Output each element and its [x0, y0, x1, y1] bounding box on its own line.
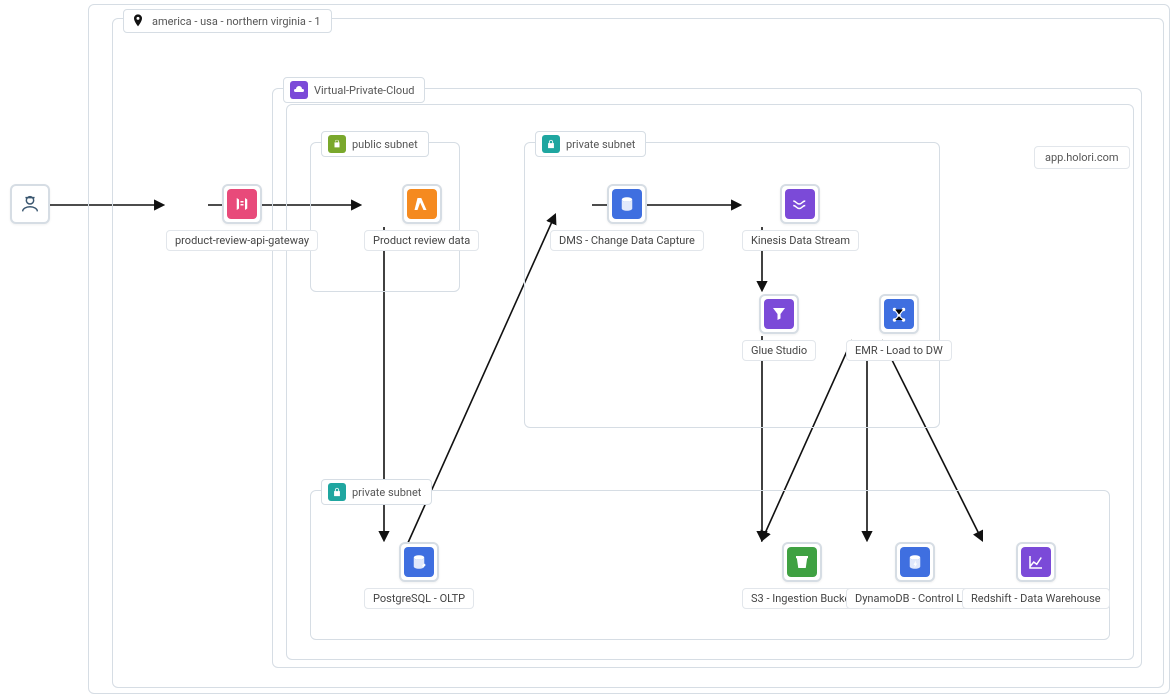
- node-kinesis[interactable]: Kinesis Data Stream: [742, 184, 859, 251]
- node-label: PostgreSQL - OLTP: [364, 588, 474, 609]
- bucket-icon: [787, 547, 817, 577]
- api-gateway-icon: [227, 189, 257, 219]
- database-icon: [900, 547, 930, 577]
- chart-icon: [1021, 547, 1051, 577]
- node-redshift[interactable]: Redshift - Data Warehouse: [962, 542, 1110, 609]
- lock-open-icon: [328, 135, 346, 153]
- lambda-icon: [407, 189, 437, 219]
- lock-icon: [328, 483, 346, 501]
- node-label: S3 - Ingestion Bucket: [742, 588, 863, 609]
- node-api-gateway[interactable]: product-review-api-gateway: [166, 184, 318, 251]
- public-subnet-header: public subnet: [321, 131, 429, 157]
- node-dms[interactable]: DMS - Change Data Capture: [550, 184, 704, 251]
- graph-icon: [884, 299, 914, 329]
- node-label: Product review data: [364, 230, 479, 251]
- node-lambda[interactable]: Product review data: [364, 184, 479, 251]
- watermark: app.holori.com: [1034, 146, 1130, 169]
- private-subnet-bottom-header: private subnet: [321, 479, 432, 505]
- private-subnet-top-header: private subnet: [535, 131, 646, 157]
- node-label: product-review-api-gateway: [166, 230, 318, 251]
- funnel-icon: [764, 299, 794, 329]
- vpc-icon: [290, 81, 308, 99]
- node-label: Glue Studio: [742, 340, 816, 361]
- node-label: Kinesis Data Stream: [742, 230, 859, 251]
- region-label: america - usa - northern virginia - 1: [152, 15, 321, 28]
- stream-icon: [785, 189, 815, 219]
- node-label: EMR - Load to DW: [846, 340, 952, 361]
- lock-icon: [542, 135, 560, 153]
- node-emr[interactable]: EMR - Load to DW: [846, 294, 952, 361]
- node-glue[interactable]: Glue Studio: [742, 294, 816, 361]
- private-subnet-bottom-label: private subnet: [352, 486, 421, 499]
- private-subnet-top-label: private subnet: [566, 138, 635, 151]
- database-icon: [404, 547, 434, 577]
- node-user[interactable]: [10, 184, 50, 224]
- database-icon: [612, 189, 642, 219]
- node-s3[interactable]: S3 - Ingestion Bucket: [742, 542, 863, 609]
- user-icon: [15, 189, 45, 219]
- node-label: Redshift - Data Warehouse: [962, 588, 1110, 609]
- vpc-header: Virtual-Private-Cloud: [283, 77, 425, 103]
- node-label: DMS - Change Data Capture: [550, 230, 704, 251]
- region-header: america - usa - northern virginia - 1: [123, 9, 332, 33]
- public-subnet-label: public subnet: [352, 138, 418, 151]
- vpc-label: Virtual-Private-Cloud: [314, 84, 414, 97]
- diagram-canvas[interactable]: america - usa - northern virginia - 1 Vi…: [0, 0, 1175, 699]
- map-pin-icon: [130, 13, 146, 29]
- node-postgres[interactable]: PostgreSQL - OLTP: [364, 542, 474, 609]
